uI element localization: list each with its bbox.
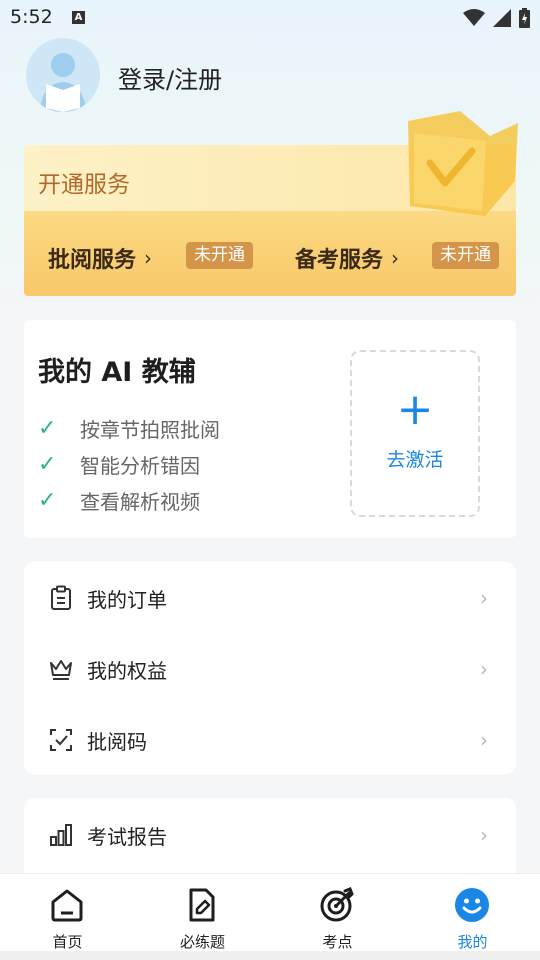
chevron-right-icon: › — [480, 657, 488, 681]
chevron-right-icon: › — [144, 246, 153, 270]
check-icon: ✓ — [38, 452, 57, 477]
bottom-tab-bar: 首页 必练题 考点 我的 — [0, 873, 540, 952]
login-register-link[interactable]: 登录/注册 — [118, 60, 222, 95]
battery-icon — [519, 8, 530, 28]
tab-label: 首页 — [52, 933, 83, 951]
check-icon: ✓ — [38, 416, 57, 441]
user-avatar-icon — [26, 38, 100, 112]
tab-label: 我的 — [457, 933, 488, 951]
tab-key-points[interactable]: 考点 — [270, 874, 405, 952]
menu-item-label: 考试报告 — [87, 824, 167, 849]
exam-prep-service-status-badge: 未开通 — [432, 242, 499, 269]
service-card: 开通服务 批阅服务 › 未开通 备考服务 › 未开通 — [24, 111, 518, 296]
exam-prep-service-label: 备考服务 — [295, 248, 384, 273]
ai-feature-label: 查看解析视频 — [80, 490, 200, 514]
smile-icon — [455, 888, 489, 922]
menu-item-benefits[interactable]: 我的权益 › — [24, 639, 516, 699]
menu-item-orders[interactable]: 我的订单 › — [24, 568, 516, 628]
ai-feature-item: ✓ 按章节拍照批阅 — [38, 414, 220, 443]
menu-card-main: 我的订单 › 我的权益 › 批阅码 › — [24, 562, 516, 774]
chevron-right-icon: › — [480, 586, 488, 610]
menu-item-review-code[interactable]: 批阅码 › — [24, 710, 516, 770]
review-service-link[interactable]: 批阅服务 › — [48, 242, 152, 274]
signal-icon — [493, 9, 511, 27]
tab-label: 必练题 — [179, 933, 225, 951]
status-bar: 5:52 A — [0, 0, 540, 36]
home-icon — [51, 889, 83, 922]
plus-icon: + — [396, 384, 434, 435]
service-title: 开通服务 — [38, 172, 130, 198]
wifi-icon — [463, 9, 485, 26]
chevron-right-icon: › — [480, 728, 488, 752]
menu-item-exam-report[interactable]: 考试报告 › — [24, 805, 516, 865]
ai-feature-item: ✓ 智能分析错因 — [38, 450, 200, 479]
review-service-label: 批阅服务 — [48, 248, 137, 273]
ai-tutor-card: 我的 AI 教辅 ✓ 按章节拍照批阅 ✓ 智能分析错因 ✓ 查看解析视频 + 去… — [24, 320, 516, 538]
activate-label: 去激活 — [386, 449, 444, 471]
exam-prep-service-link[interactable]: 备考服务 › — [295, 242, 399, 274]
tab-home[interactable]: 首页 — [0, 874, 135, 952]
service-box-decoration-icon — [408, 111, 518, 216]
tab-me[interactable]: 我的 — [405, 874, 540, 952]
status-icons — [463, 8, 530, 28]
clipboard-icon — [51, 585, 71, 610]
menu-item-label: 批阅码 — [87, 729, 147, 754]
ai-feature-label: 按章节拍照批阅 — [80, 418, 220, 442]
exercise-icon — [189, 888, 215, 922]
check-icon: ✓ — [38, 488, 57, 513]
menu-item-label: 我的订单 — [87, 587, 167, 612]
review-service-status-badge: 未开通 — [186, 242, 253, 269]
ai-tutor-title: 我的 AI 教辅 — [38, 357, 196, 388]
chevron-right-icon: › — [480, 823, 488, 847]
system-nav-area — [0, 951, 540, 960]
target-icon — [320, 887, 354, 922]
ai-feature-label: 智能分析错因 — [80, 454, 200, 478]
notification-icon: A — [72, 11, 85, 24]
ai-feature-item: ✓ 查看解析视频 — [38, 486, 200, 515]
scan-check-icon — [50, 729, 72, 751]
chevron-right-icon: › — [391, 246, 400, 270]
status-time: 5:52 — [10, 6, 53, 28]
tab-label: 考点 — [322, 933, 353, 951]
bar-chart-icon — [50, 824, 72, 846]
tab-exercises[interactable]: 必练题 — [135, 874, 270, 952]
avatar[interactable] — [26, 38, 100, 112]
crown-icon — [50, 660, 72, 680]
menu-item-label: 我的权益 — [87, 658, 167, 683]
activate-button[interactable]: + 去激活 — [350, 350, 480, 517]
